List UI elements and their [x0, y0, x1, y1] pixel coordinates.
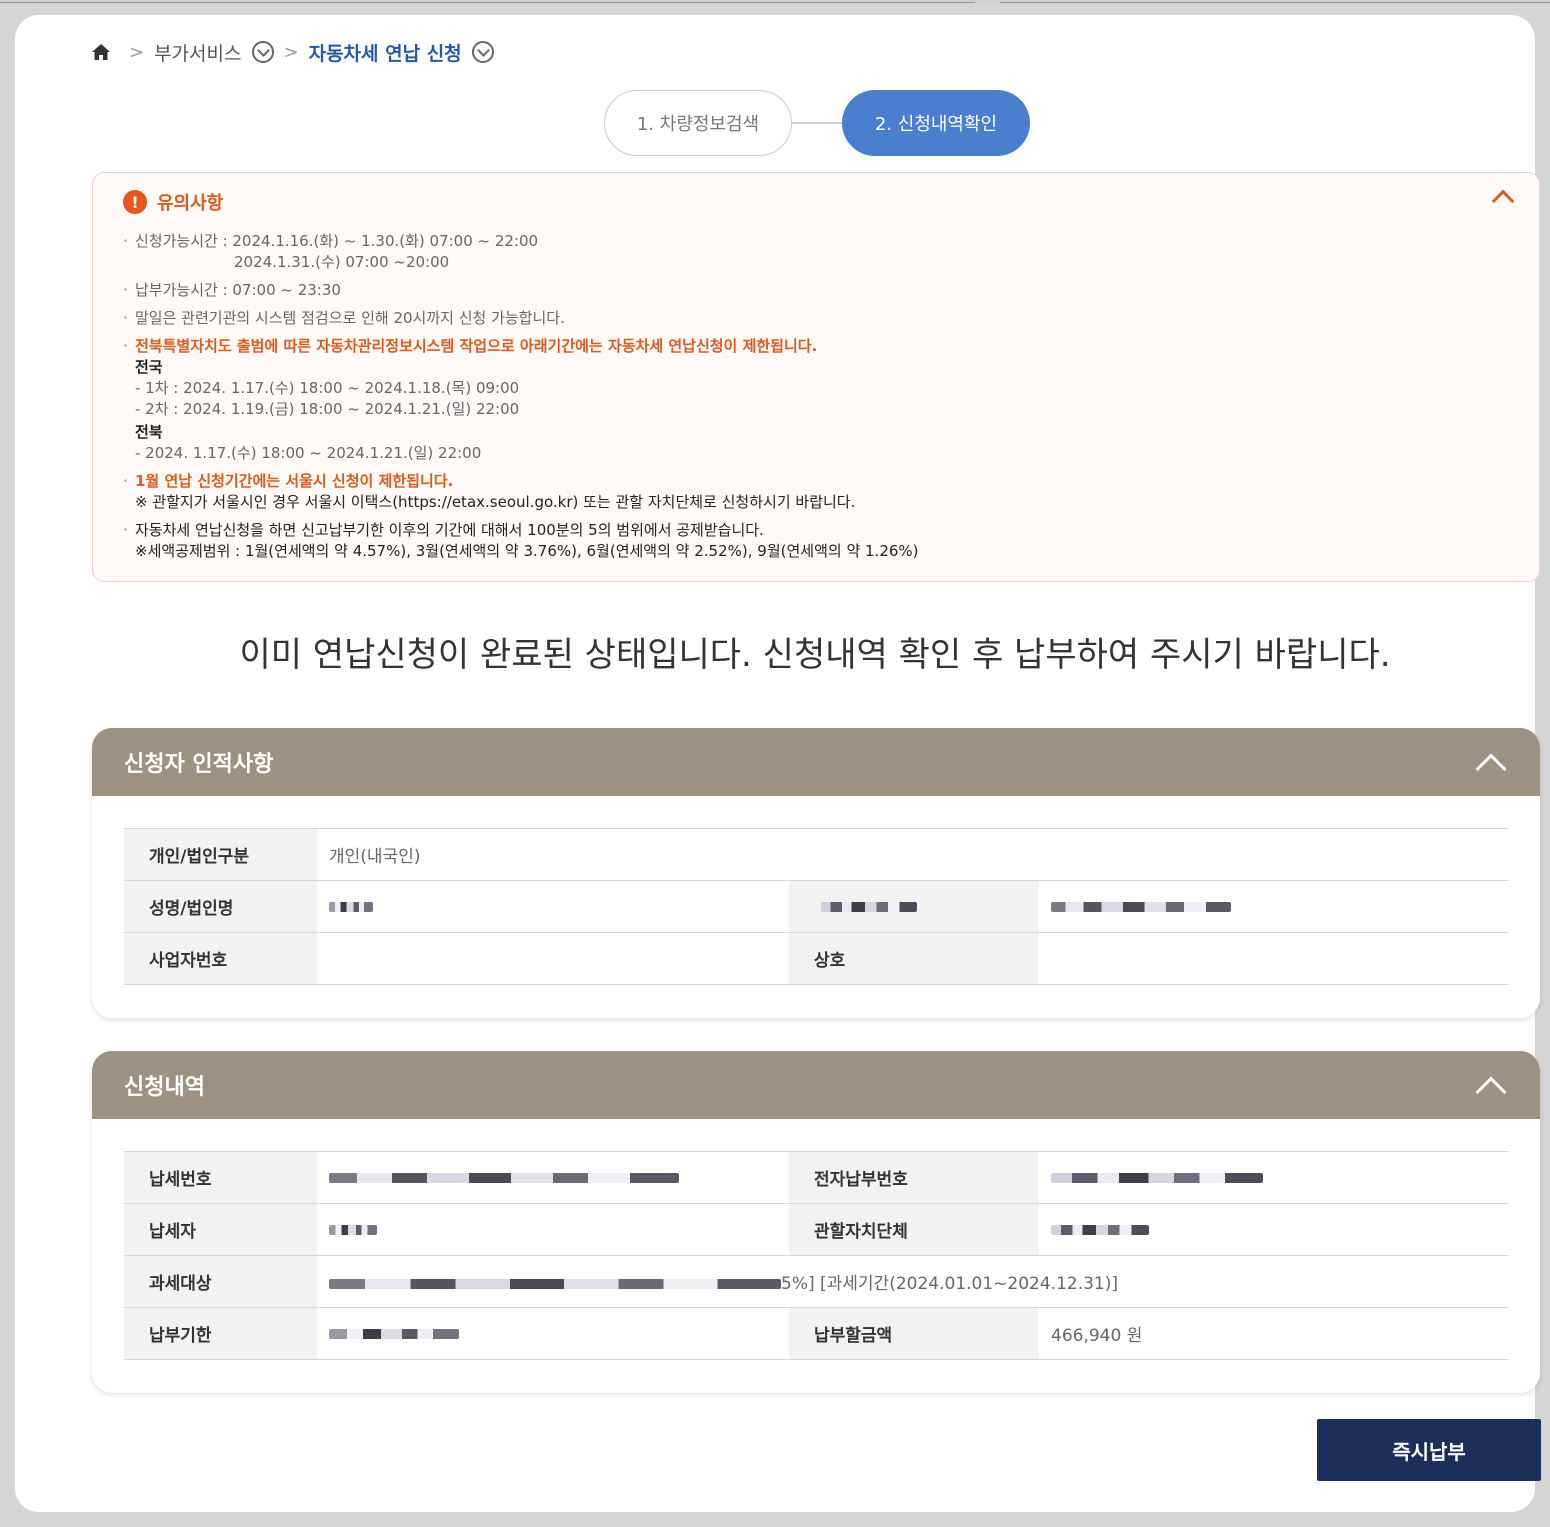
jeonbuk-label: 전북 [135, 423, 163, 441]
table-row: 과세대상 5%] [과세기간(2024.01.01~2024.12.31)] [124, 1255, 1509, 1308]
exclamation-icon: ! [123, 190, 147, 214]
redacted-label [789, 880, 1039, 933]
tab-edge [1000, 0, 1550, 3]
month-end-line: 말일은 관련기관의 시스템 점검으로 인해 20시까지 신청 가능합니다. [123, 308, 1513, 329]
home-icon[interactable] [91, 42, 111, 62]
status-headline: 이미 연납신청이 완료된 상태입니다. 신청내역 확인 후 납부하여 주시기 바… [239, 635, 1391, 675]
breadcrumb: > 부가서비스 > 자동차세 연납 신청 [91, 37, 494, 67]
chevron-down-icon[interactable] [471, 41, 494, 63]
apply-time-line: 신청가능시간 : 2024.1.16.(화) ~ 1.30.(화) 07:00 … [135, 232, 539, 250]
chevron-up-icon[interactable] [1475, 1076, 1507, 1108]
notice-title: ! 유의사항 [123, 189, 223, 215]
step-1: 1. 차량정보검색 [604, 90, 792, 156]
bizno-label: 사업자번호 [124, 932, 317, 985]
tab-edge [0, 0, 975, 3]
due-label: 납부기한 [124, 1307, 317, 1360]
amount-value: 466,940 원 [1039, 1307, 1509, 1360]
step-connector [792, 122, 842, 124]
table-row: 개인/법인구분 개인(내국인) [124, 828, 1509, 881]
chevron-down-icon[interactable] [251, 41, 274, 63]
table-row: 납부기한 납부할금액 466,940 원 [124, 1307, 1509, 1360]
subject-value-redacted [329, 1279, 781, 1289]
table-row: 성명/법인명 [124, 880, 1509, 933]
taxpayer-label: 납세자 [124, 1203, 317, 1256]
authority-value-redacted [1039, 1203, 1509, 1256]
authority-label: 관할자치단체 [789, 1203, 1039, 1256]
taxno-label: 납세번호 [124, 1151, 317, 1204]
chevron-right-icon: > [283, 41, 299, 63]
deduction-line: 자동차세 연납신청을 하면 신고납부기한 이후의 기간에 대해서 100분의 5… [135, 521, 764, 539]
round2-line: - 2차 : 2024. 1.19.(금) 18:00 ~ 2024.1.21.… [135, 400, 520, 418]
notice-box: ! 유의사항 신청가능시간 : 2024.1.16.(화) ~ 1.30.(화)… [92, 172, 1540, 582]
subject-value: 5%] [과세기간(2024.01.01~2024.12.31)] [317, 1255, 1509, 1308]
taxpayer-value-redacted [317, 1203, 789, 1256]
table-row: 납세번호 전자납부번호 [124, 1151, 1509, 1204]
apply-time-line-2: 2024.1.31.(수) 07:00 ~20:00 [234, 253, 450, 271]
collapse-icon[interactable] [1491, 189, 1515, 213]
nationwide-label: 전국 [135, 358, 163, 376]
pay-time-line: 납부가능시간 : 07:00 ~ 23:30 [123, 280, 1513, 301]
name-label: 성명/법인명 [124, 880, 317, 933]
taxno-value-redacted [317, 1151, 789, 1204]
breadcrumb-current[interactable]: 자동차세 연납 신청 [309, 39, 462, 66]
details-section: 신청내역 납세번호 전자납부번호 납세자 관할자치단체 과세대상 5%] [과세… [92, 1051, 1540, 1393]
details-table: 납세번호 전자납부번호 납세자 관할자치단체 과세대상 5%] [과세기간(20… [124, 1151, 1509, 1360]
epayno-value-redacted [1039, 1151, 1509, 1204]
restriction-line: 전북특별자치도 출범에 따른 자동차관리정보시스템 작업으로 아래기간에는 자동… [135, 337, 818, 355]
jeonbuk-period-line: - 2024. 1.17.(수) 18:00 ~ 2024.1.21.(일) 2… [135, 444, 482, 462]
round1-line: - 1차 : 2024. 1.17.(수) 18:00 ~ 2024.1.18.… [135, 379, 520, 397]
section-title: 신청자 인적사항 [124, 752, 274, 777]
company-label: 상호 [789, 932, 1039, 985]
breadcrumb-parent[interactable]: 부가서비스 [154, 39, 241, 66]
page-card: > 부가서비스 > 자동차세 연납 신청 1. 차량정보검색 2. 신청내역확인… [15, 15, 1541, 1512]
deduction-range-line: ※세액공제범위 : 1월(연세액의 약 4.57%), 3월(연세액의 약 3.… [135, 542, 919, 560]
subject-label: 과세대상 [124, 1255, 317, 1308]
type-label: 개인/법인구분 [124, 828, 317, 881]
table-row: 납세자 관할자치단체 [124, 1203, 1509, 1256]
bizno-value [317, 932, 789, 985]
type-value: 개인(내국인) [317, 828, 1509, 881]
section-header[interactable]: 신청내역 [92, 1051, 1540, 1119]
epayno-label: 전자납부번호 [789, 1151, 1039, 1204]
seoul-note-line: ※ 관할지가 서울시인 경우 서울시 이택스(https://etax.seou… [135, 493, 856, 511]
browser-top-strip [0, 0, 1550, 4]
notice-body: 신청가능시간 : 2024.1.16.(화) ~ 1.30.(화) 07:00 … [123, 231, 1513, 569]
table-row: 사업자번호 상호 [124, 932, 1509, 985]
company-value [1039, 932, 1509, 985]
step-indicator: 1. 차량정보검색 2. 신청내역확인 [604, 90, 1030, 156]
step-2: 2. 신청내역확인 [842, 90, 1030, 156]
chevron-right-icon: > [129, 41, 145, 63]
redacted-value [1039, 880, 1509, 933]
applicant-table: 개인/법인구분 개인(내국인) 성명/법인명 사업자번호 상호 [124, 828, 1509, 985]
seoul-restrict-line: 1월 연납 신청기간에는 서울시 신청이 제한됩니다. [135, 472, 454, 490]
subject-value-text: 5%] [과세기간(2024.01.01~2024.12.31)] [781, 1274, 1119, 1294]
applicant-section: 신청자 인적사항 개인/법인구분 개인(내국인) 성명/법인명 사업자번호 상호 [92, 728, 1540, 1018]
name-value-redacted [317, 880, 789, 933]
chevron-up-icon[interactable] [1475, 753, 1507, 785]
due-value-redacted [317, 1307, 789, 1360]
notice-title-text: 유의사항 [157, 193, 224, 214]
amount-label: 납부할금액 [789, 1307, 1039, 1360]
section-header[interactable]: 신청자 인적사항 [92, 728, 1540, 796]
section-title: 신청내역 [124, 1075, 205, 1100]
pay-now-button[interactable]: 즉시납부 [1317, 1419, 1541, 1481]
